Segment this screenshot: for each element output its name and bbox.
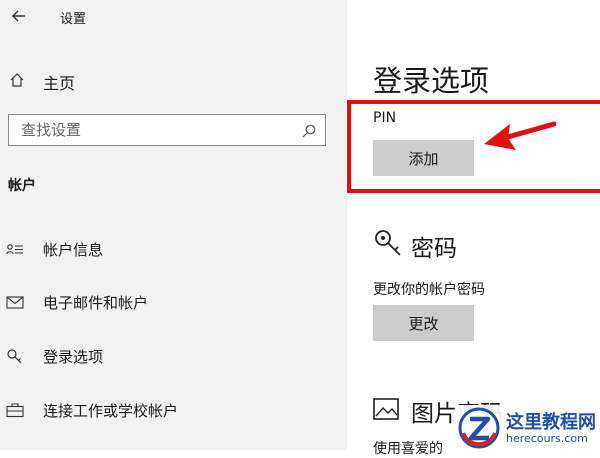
home-icon	[10, 73, 24, 87]
key-icon	[375, 230, 401, 256]
pin-label: PIN	[373, 110, 397, 126]
sidebar-item-home[interactable]: 主页	[0, 64, 347, 96]
watermark: 这里教程网 herecours.com	[458, 405, 600, 450]
search-input[interactable]	[21, 120, 291, 140]
account-info-icon	[6, 244, 23, 255]
sidebar-item-email[interactable]: 电子邮件和帐户	[0, 284, 347, 320]
key-icon	[7, 349, 22, 364]
watermark-name: 这里教程网	[506, 412, 596, 433]
back-arrow-icon	[12, 10, 25, 22]
search-icon[interactable]	[301, 123, 317, 139]
sidebar-item-label: 主页	[43, 74, 76, 93]
app-title: 设置	[60, 12, 87, 27]
site-logo-icon	[458, 407, 500, 449]
sidebar-item-label: 电子邮件和帐户	[43, 294, 149, 312]
sidebar-item-account-info[interactable]: 帐户信息	[0, 231, 347, 267]
add-pin-button[interactable]: 添加	[373, 140, 474, 176]
main-content: 登录选项 PIN 添加 密码 更改你的帐户密码 更改 图片密码 使用喜爱的	[347, 0, 600, 457]
sidebar-item-label: 帐户信息	[43, 241, 104, 259]
password-title: 密码	[411, 236, 457, 262]
sidebar-item-sign-in-options[interactable]: 登录选项	[0, 338, 347, 374]
sidebar-item-label: 连接工作或学校帐户	[43, 402, 179, 420]
picture-password-description: 使用喜爱的	[373, 441, 443, 457]
back-button[interactable]	[8, 5, 30, 27]
sidebar-item-label: 登录选项	[43, 348, 104, 366]
sidebar: 设置 主页 帐户 帐户信息 电子邮件和帐户	[0, 0, 347, 450]
annotation-arrow-icon	[484, 121, 556, 150]
section-header: 帐户	[8, 178, 36, 194]
title-bar: 设置	[0, 0, 347, 36]
mail-icon	[6, 296, 24, 309]
sidebar-item-work-school[interactable]: 连接工作或学校帐户	[0, 392, 347, 428]
password-description: 更改你的帐户密码	[373, 282, 485, 298]
briefcase-icon	[6, 403, 24, 418]
page-title: 登录选项	[373, 64, 490, 98]
picture-icon	[373, 398, 399, 420]
watermark-url: herecours.com	[506, 432, 588, 445]
search-box[interactable]	[8, 114, 326, 146]
change-password-button[interactable]: 更改	[373, 305, 474, 341]
